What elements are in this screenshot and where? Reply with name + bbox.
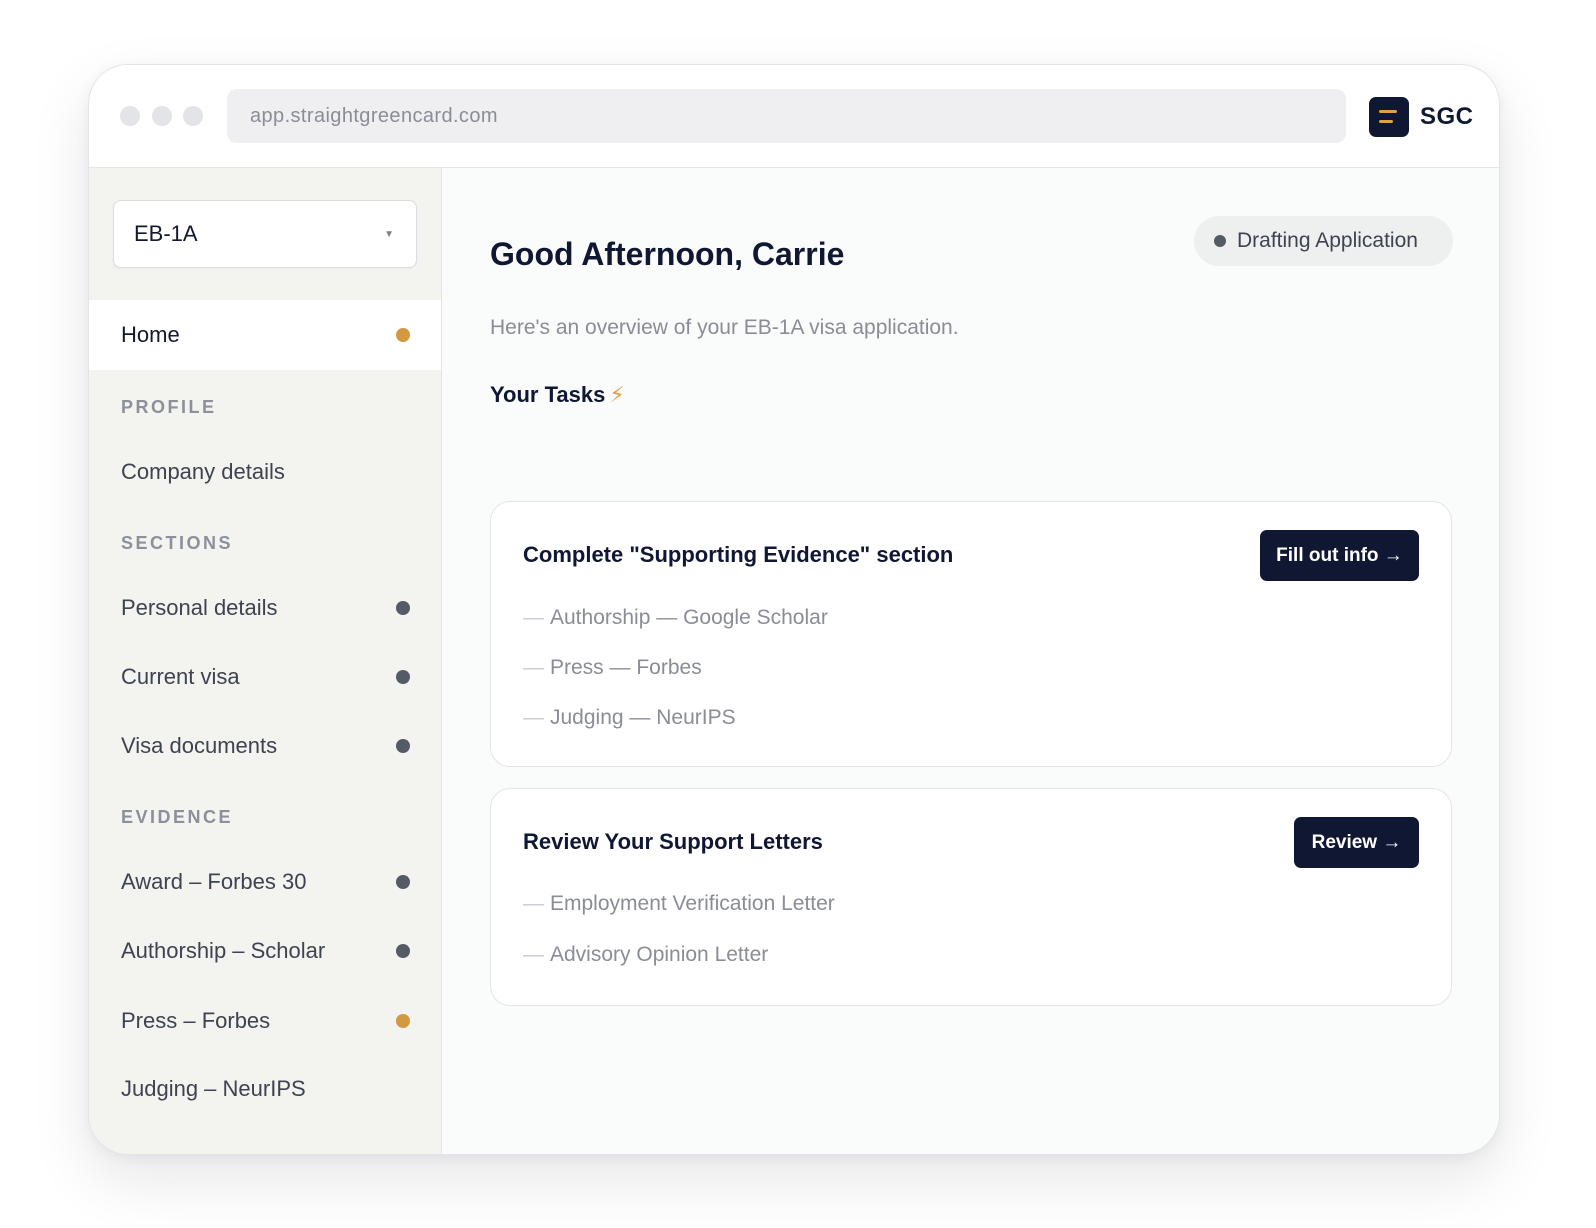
task-item: — Judging — NeurIPS — [523, 706, 736, 729]
sidebar-item-label: Judging – NeurIPS — [121, 1076, 306, 1101]
address-bar[interactable]: app.straightgreencard.com — [227, 89, 1346, 143]
sidebar-item-current-visa[interactable]: Current visa — [89, 649, 441, 705]
window-maximize-dot[interactable] — [183, 106, 203, 126]
task-card-supporting-evidence: Complete "Supporting Evidence" section F… — [490, 501, 1452, 767]
task-card-support-letters: Review Your Support Letters Review → — Em… — [490, 788, 1452, 1006]
sidebar-item-label: Current visa — [121, 664, 240, 689]
browser-toolbar: app.straightgreencard.com SGC — [89, 65, 1499, 168]
review-button[interactable]: Review → — [1294, 817, 1419, 868]
section-title-profile: PROFILE — [121, 397, 217, 417]
status-dot — [396, 1014, 410, 1028]
status-dot — [396, 739, 410, 753]
task-item-label: Press — Forbes — [550, 656, 702, 679]
sidebar-item-label: Home — [121, 322, 180, 347]
window-close-dot[interactable] — [120, 106, 140, 126]
sidebar-item-label: Company details — [121, 459, 285, 484]
task-item-label: Authorship — Google Scholar — [550, 606, 828, 629]
chevron-down-icon: ▼ — [384, 229, 394, 240]
sidebar-item-award-forbes[interactable]: Award – Forbes 30 — [89, 854, 441, 910]
sidebar-item-authorship-scholar[interactable]: Authorship – Scholar — [89, 923, 441, 979]
task-title: Review Your Support Letters — [523, 829, 823, 854]
sidebar-item-home[interactable]: Home — [89, 300, 441, 370]
task-item: — Employment Verification Letter — [523, 892, 835, 915]
sidebar-item-company-details[interactable]: Company details — [89, 444, 441, 500]
task-item: — Press — Forbes — [523, 656, 702, 679]
logo-line — [1379, 110, 1397, 113]
tasks-heading-label: Your Tasks — [490, 382, 606, 407]
app-logo-icon — [1369, 97, 1409, 137]
section-title-sections: SECTIONS — [121, 533, 234, 553]
status-badge-label: Drafting Application — [1237, 229, 1418, 252]
task-item-label: Employment Verification Letter — [550, 892, 835, 915]
section-title-evidence: EVIDENCE — [121, 807, 234, 827]
task-item: — Advisory Opinion Letter — [523, 943, 769, 966]
sidebar-item-visa-documents[interactable]: Visa documents — [89, 718, 441, 774]
sidebar-item-label: Authorship – Scholar — [121, 938, 326, 963]
status-dot — [1214, 235, 1226, 247]
browser-window: app.straightgreencard.com SGC EB-1A ▼ Ho… — [88, 64, 1500, 1155]
tasks-heading: Your Tasks ⚡︎ — [490, 382, 625, 408]
main-content: Good Afternoon, Carrie Drafting Applicat… — [442, 168, 1499, 1154]
status-dot — [396, 601, 410, 615]
lightning-bolt-icon: ⚡︎ — [609, 382, 625, 407]
sidebar-item-personal-details[interactable]: Personal details — [89, 580, 441, 636]
window-minimize-dot[interactable] — [152, 106, 172, 126]
sidebar-item-label: Visa documents — [121, 733, 278, 758]
status-dot — [396, 875, 410, 889]
visa-type-value: EB-1A — [134, 221, 198, 246]
logo-line — [1379, 120, 1393, 123]
status-dot — [396, 670, 410, 684]
status-dot — [396, 944, 410, 958]
task-title: Complete "Supporting Evidence" section — [523, 542, 954, 567]
sidebar-item-label: Award – Forbes 30 — [121, 869, 307, 894]
sidebar-item-press-forbes[interactable]: Press – Forbes — [89, 993, 441, 1049]
brand-name: SGC — [1420, 103, 1474, 130]
status-badge: Drafting Application — [1194, 216, 1453, 266]
page-title: Good Afternoon, Carrie — [490, 236, 845, 272]
sidebar-item-label: Press – Forbes — [121, 1008, 271, 1033]
sidebar: EB-1A ▼ Home PROFILE Company details SEC… — [89, 168, 442, 1154]
status-dot — [396, 328, 410, 342]
page-subtitle: Here's an overview of your EB-1A visa ap… — [490, 316, 959, 339]
sidebar-item-label: Personal details — [121, 595, 278, 620]
task-item: — Authorship — Google Scholar — [523, 606, 828, 629]
fill-out-info-button[interactable]: Fill out info → — [1260, 530, 1419, 581]
task-item-label: Advisory Opinion Letter — [550, 943, 769, 966]
visa-type-select[interactable]: EB-1A ▼ — [113, 200, 417, 268]
task-item-label: Judging — NeurIPS — [550, 706, 736, 729]
sidebar-item-judging-neurips[interactable]: Judging – NeurIPS — [89, 1061, 441, 1117]
